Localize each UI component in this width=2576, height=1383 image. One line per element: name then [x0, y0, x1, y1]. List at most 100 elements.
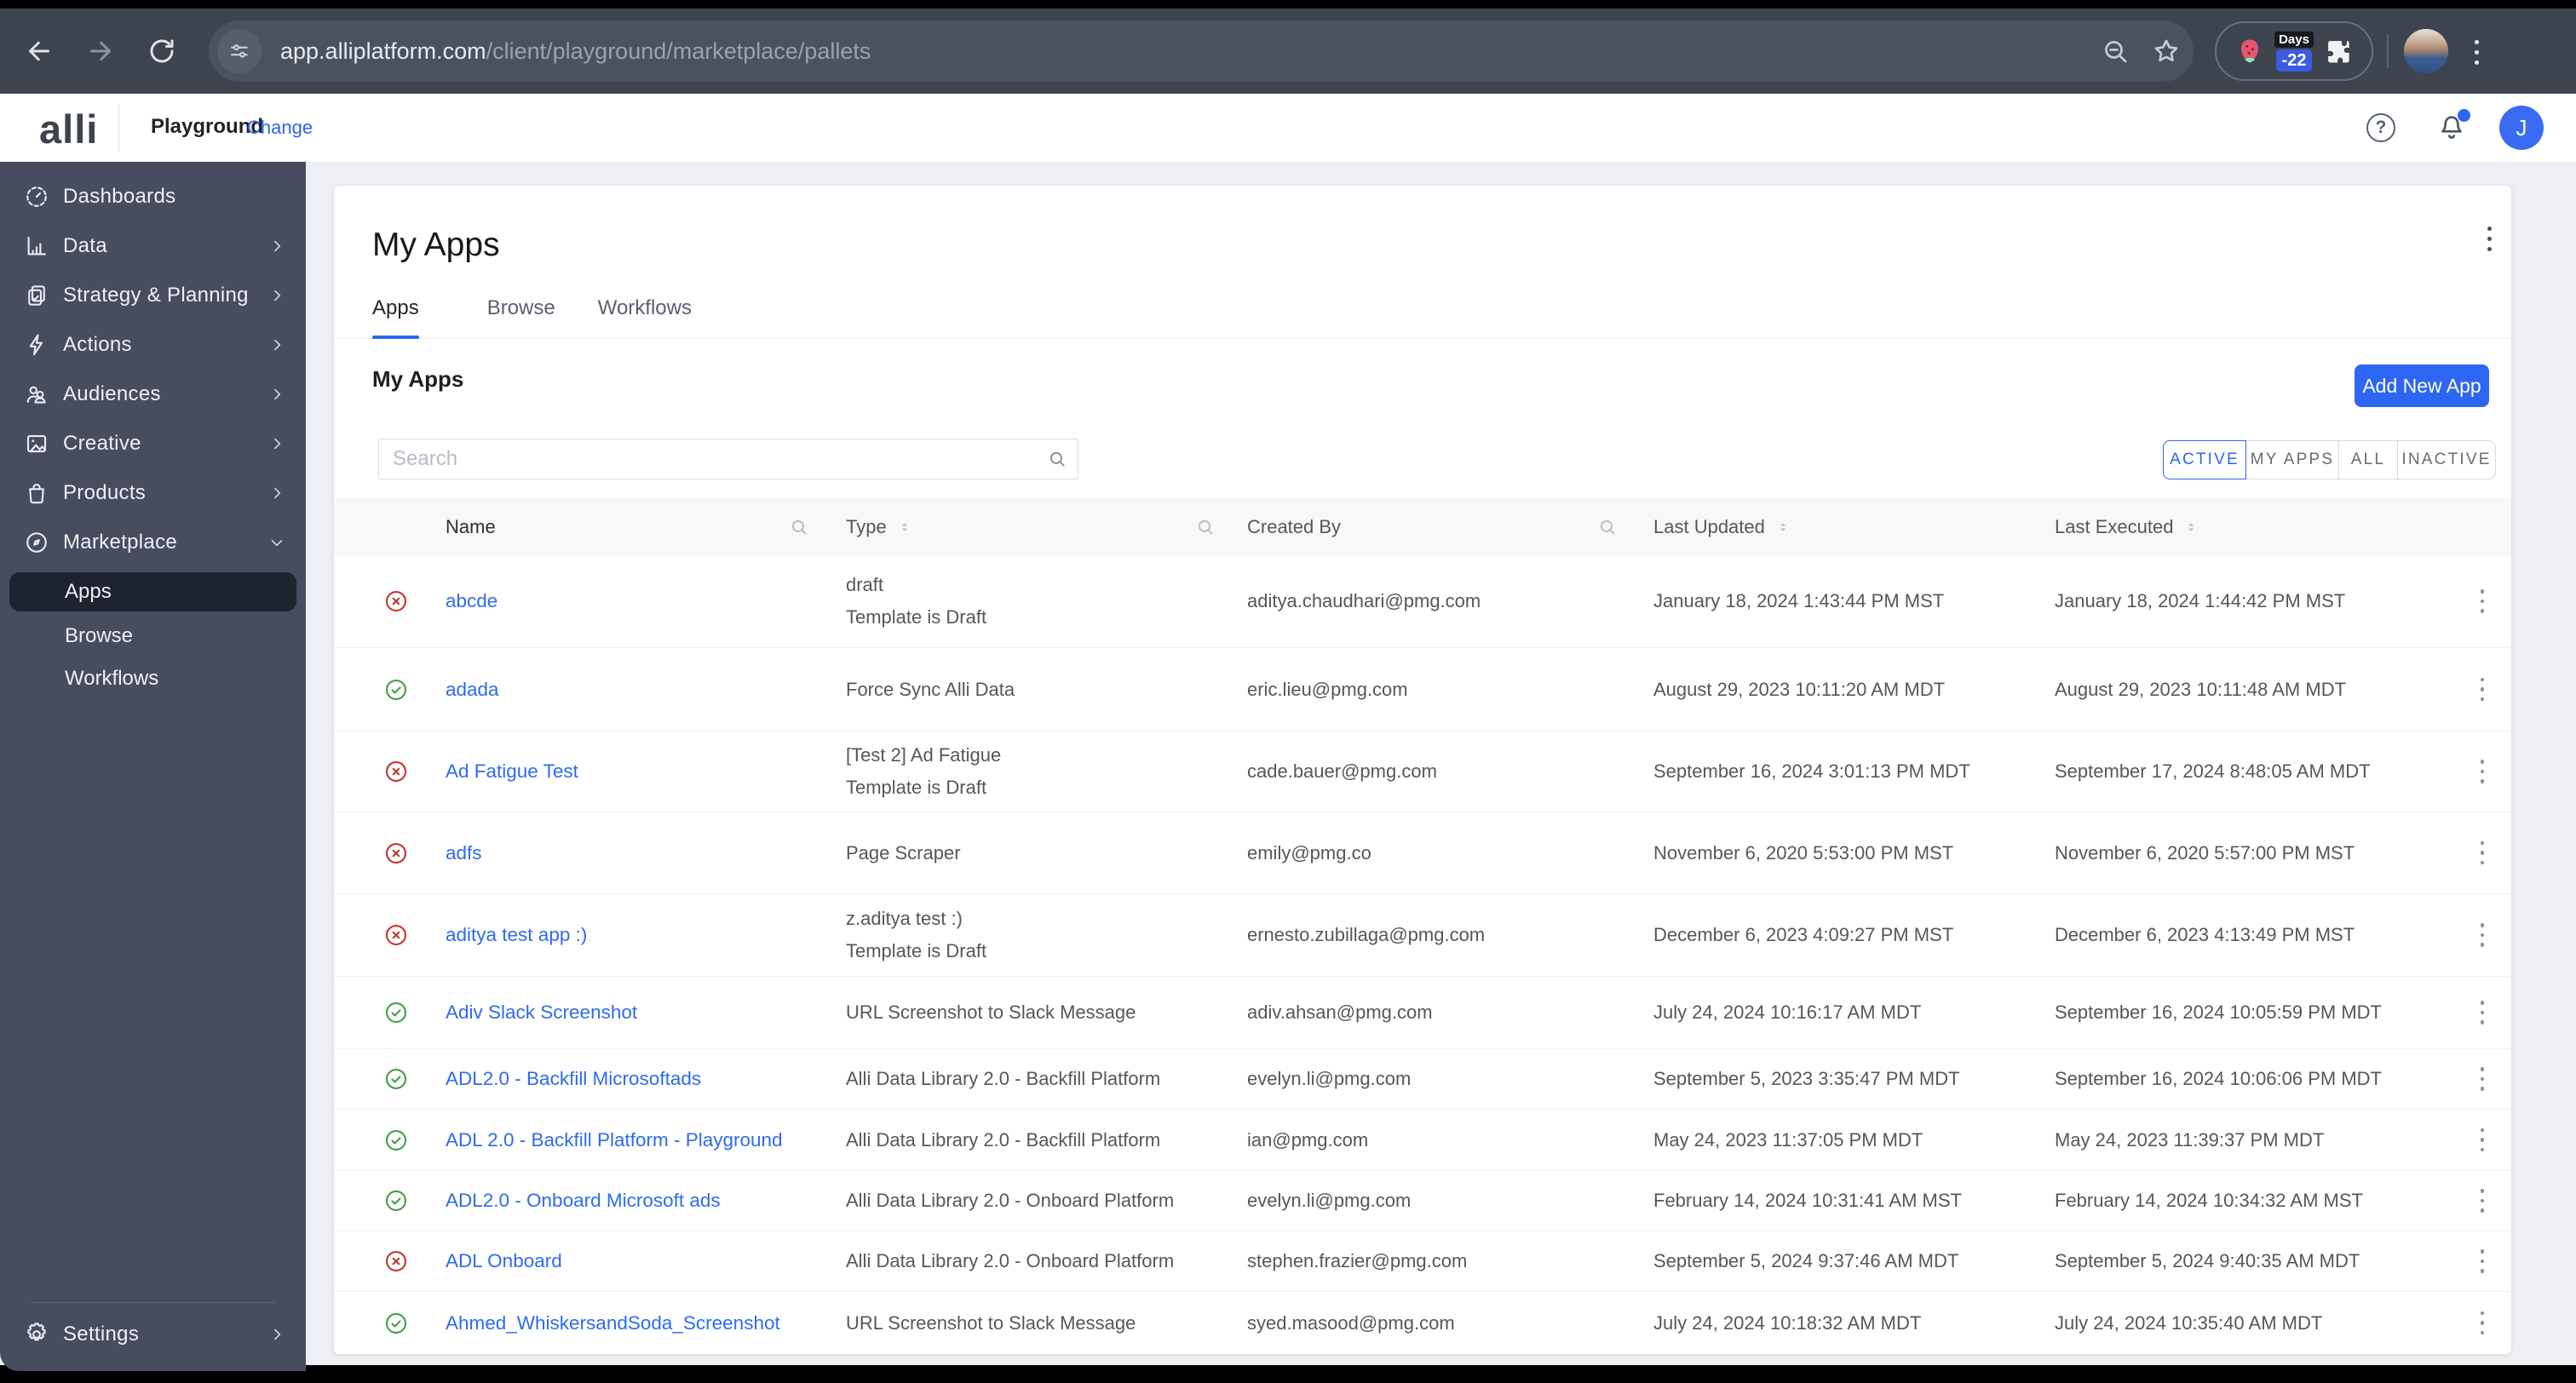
browser-profile-avatar[interactable] — [2404, 29, 2448, 73]
sidebar-item-actions[interactable]: Actions — [0, 320, 306, 370]
app-name-link[interactable]: ADL2.0 - Onboard Microsoft ads — [446, 1190, 721, 1212]
card-menu-icon[interactable] — [2487, 227, 2492, 251]
notifications-bell-icon[interactable] — [2435, 109, 2470, 145]
sidebar-item-audiences[interactable]: Audiences — [0, 370, 306, 419]
sidebar-item-browse[interactable]: Browse — [9, 615, 296, 657]
table-row[interactable]: aditya test app :) z.aditya test :) Templ… — [334, 893, 2511, 976]
filter-active[interactable]: ACTIVE — [2163, 440, 2246, 479]
table-row[interactable]: ADL Onboard Alli Data Library 2.0 - Onbo… — [334, 1231, 2511, 1291]
table-row[interactable]: Ad Fatigue Test [Test 2] Ad Fatigue Templ… — [334, 731, 2511, 812]
row-actions-menu-icon[interactable] — [2480, 1311, 2485, 1335]
browser-reload-icon[interactable] — [147, 36, 177, 66]
column-header-created-by[interactable]: Created By — [1247, 516, 1341, 538]
row-actions-menu-icon[interactable] — [2480, 677, 2485, 702]
chevron-right-icon — [268, 336, 285, 353]
alli-logo: alli — [39, 106, 99, 152]
table-row[interactable]: adada Force Sync Alli Data eric.lieu@pmg… — [334, 647, 2511, 731]
gauge-icon — [24, 184, 49, 209]
table-row[interactable]: ADL2.0 - Backfill Microsoftads Alli Data… — [334, 1048, 2511, 1109]
search-input[interactable] — [378, 439, 1078, 479]
app-name-link[interactable]: ADL Onboard — [446, 1250, 562, 1272]
sidebar-item-strategy-planning[interactable]: Strategy & Planning — [0, 271, 306, 320]
filter-all[interactable]: ALL — [2338, 440, 2398, 479]
app-last-executed: May 24, 2023 11:39:37 PM MDT — [2055, 1128, 2325, 1151]
sidebar-item-workflows[interactable]: Workflows — [9, 657, 296, 700]
sidebar-item-label: Products — [63, 481, 147, 504]
row-actions-menu-icon[interactable] — [2480, 1001, 2485, 1024]
browser-menu-icon[interactable] — [2475, 40, 2479, 65]
days-counter-extension[interactable]: Days -22 — [2274, 31, 2314, 72]
column-header-name[interactable]: Name — [446, 516, 496, 538]
sidebar-item-creative[interactable]: Creative — [0, 419, 306, 468]
app-name-link[interactable]: adada — [446, 679, 499, 701]
name-search-icon[interactable] — [788, 516, 810, 538]
browser-forward-icon[interactable] — [85, 36, 116, 66]
row-actions-menu-icon[interactable] — [2480, 1249, 2485, 1273]
row-actions-menu-icon[interactable] — [2480, 1128, 2485, 1152]
app-last-executed: July 24, 2024 10:35:40 AM MDT — [2055, 1311, 2323, 1334]
tab-apps[interactable]: Apps — [372, 286, 419, 339]
row-actions-menu-icon[interactable] — [2480, 589, 2485, 613]
row-actions-menu-icon[interactable] — [2480, 923, 2485, 947]
app-name-link[interactable]: Ad Fatigue Test — [446, 760, 578, 783]
app-name-link[interactable]: Ahmed_WhiskersandSoda_Screenshot — [446, 1312, 780, 1334]
row-actions-menu-icon[interactable] — [2480, 841, 2485, 865]
app-name-link[interactable]: ADL 2.0 - Backfill Platform - Playground — [446, 1129, 783, 1151]
status-inactive-icon — [383, 759, 409, 784]
tab-workflows[interactable]: Workflows — [598, 286, 692, 339]
status-inactive-icon — [383, 922, 409, 948]
sidebar-item-marketplace[interactable]: Marketplace — [0, 518, 306, 567]
status-filter-group: ACTIVE MY APPS ALL INACTIVE — [2163, 440, 2496, 479]
browser-back-icon[interactable] — [24, 36, 55, 66]
column-header-last-updated[interactable]: Last Updated — [1653, 516, 1765, 538]
sidebar-item-products[interactable]: Products — [0, 468, 306, 518]
table-row[interactable]: abcde draft Template is Draft aditya.chau… — [334, 555, 2511, 647]
sidebar-item-settings[interactable]: Settings — [0, 1310, 306, 1359]
table-row[interactable]: Ahmed_WhiskersandSoda_Screenshot URL Scr… — [334, 1291, 2511, 1354]
table-header: Name Type Created By Last Updated Last E… — [334, 498, 2511, 555]
strawberry-extension-icon[interactable] — [2234, 35, 2266, 67]
last-updated-sort-icon[interactable] — [1774, 518, 1792, 537]
sidebar-item-dashboards[interactable]: Dashboards — [0, 172, 306, 221]
table-row[interactable]: ADL 2.0 - Backfill Platform - Playground… — [334, 1109, 2511, 1170]
row-actions-menu-icon[interactable] — [2480, 760, 2485, 783]
row-actions-menu-icon[interactable] — [2480, 1189, 2485, 1213]
extensions-puzzle-icon[interactable] — [2322, 35, 2355, 67]
app-name-link[interactable]: Adiv Slack Screenshot — [446, 1001, 637, 1024]
row-actions-menu-icon[interactable] — [2480, 1067, 2485, 1091]
sidebar-item-label: Workflows — [65, 667, 159, 690]
app-name-link[interactable]: abcde — [446, 590, 497, 612]
column-header-last-executed[interactable]: Last Executed — [2055, 516, 2173, 538]
sidebar-item-label: Apps — [65, 580, 112, 603]
type-search-icon[interactable] — [1194, 516, 1216, 538]
bookmark-star-icon[interactable] — [2151, 36, 2182, 66]
add-new-app-button[interactable]: Add New App — [2355, 364, 2489, 407]
app-created-by: eric.lieu@pmg.com — [1247, 678, 1408, 700]
chevron-right-icon — [268, 287, 285, 304]
filter-my-apps[interactable]: MY APPS — [2245, 440, 2339, 479]
app-name-link[interactable]: adfs — [446, 842, 482, 864]
app-last-updated: December 6, 2023 4:09:27 PM MST — [1653, 924, 1954, 945]
last-executed-sort-icon[interactable] — [2182, 518, 2200, 537]
help-icon[interactable] — [2366, 113, 2395, 142]
site-settings-icon[interactable] — [217, 29, 262, 73]
image-icon — [24, 431, 49, 456]
app-last-updated: September 5, 2024 9:37:46 AM MDT — [1653, 1250, 1959, 1271]
app-name-link[interactable]: aditya test app :) — [446, 924, 587, 946]
type-sort-icon[interactable] — [895, 518, 914, 537]
tab-browse[interactable]: Browse — [487, 286, 555, 339]
column-header-type[interactable]: Type — [846, 516, 887, 538]
address-bar[interactable]: app.alliplatform.com/client/playground/m… — [209, 20, 2194, 82]
sidebar-item-data[interactable]: Data — [0, 221, 306, 271]
zoom-indicator-icon[interactable] — [2100, 36, 2130, 66]
filter-inactive[interactable]: INACTIVE — [2397, 440, 2496, 479]
table-row[interactable]: Adiv Slack Screenshot URL Screenshot to … — [334, 976, 2511, 1048]
app-name-link[interactable]: ADL2.0 - Backfill Microsoftads — [446, 1068, 701, 1090]
created-by-search-icon[interactable] — [1596, 516, 1619, 538]
sidebar-item-apps[interactable]: Apps — [9, 572, 296, 611]
macos-top-strip — [0, 0, 2576, 9]
user-avatar[interactable]: J — [2499, 106, 2544, 150]
table-row[interactable]: ADL2.0 - Onboard Microsoft ads Alli Data… — [334, 1170, 2511, 1231]
table-row[interactable]: adfs Page Scraper emily@pmg.co November … — [334, 812, 2511, 893]
change-workspace-link[interactable]: Change — [247, 117, 313, 139]
